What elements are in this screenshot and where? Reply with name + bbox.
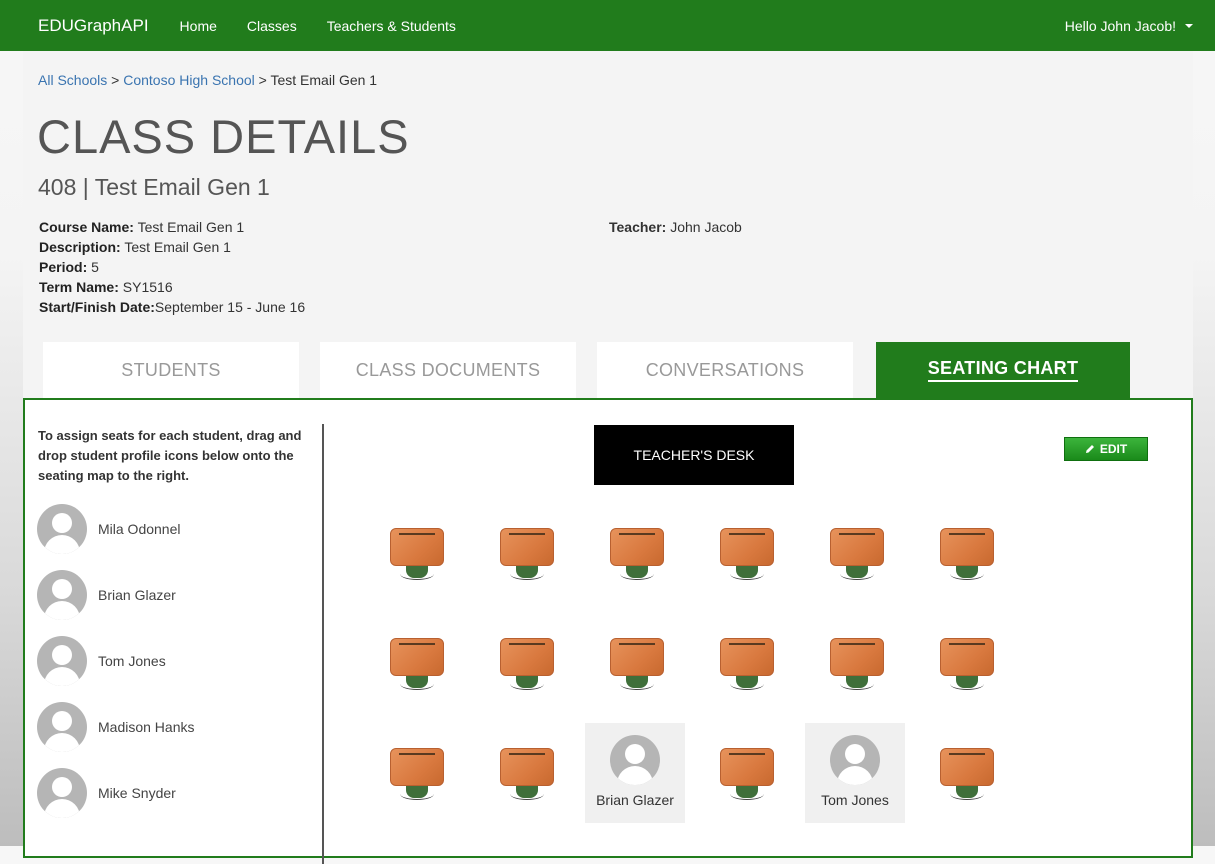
term-label: Term Name: xyxy=(39,279,119,295)
desk-icon xyxy=(720,748,774,786)
avatar-icon xyxy=(37,768,87,818)
avatar-icon xyxy=(37,570,87,620)
desk-seat[interactable] xyxy=(498,748,558,808)
desk-icon xyxy=(940,528,994,566)
tab-label: CONVERSATIONS xyxy=(645,359,805,380)
seat-student-name: Tom Jones xyxy=(821,792,889,808)
student-name: Mila Odonnel xyxy=(98,521,181,537)
term-value: SY1516 xyxy=(122,279,173,295)
student-item[interactable]: Tom Jones xyxy=(37,636,166,686)
desk-seat[interactable] xyxy=(828,528,888,588)
student-name: Tom Jones xyxy=(98,653,166,669)
desk-seat[interactable] xyxy=(608,638,668,698)
desk-seat[interactable] xyxy=(938,528,998,588)
nav-classes[interactable]: Classes xyxy=(247,18,297,34)
breadcrumb-all-schools[interactable]: All Schools xyxy=(38,72,107,88)
edit-label: EDIT xyxy=(1099,442,1128,456)
breadcrumb: All Schools > Contoso High School > Test… xyxy=(38,72,377,88)
desk-seat[interactable] xyxy=(388,748,448,808)
desk-icon xyxy=(940,748,994,786)
breadcrumb-separator: > xyxy=(258,72,267,88)
tab-students[interactable]: STUDENTS xyxy=(43,342,299,398)
period-value: 5 xyxy=(91,259,99,275)
student-name: Brian Glazer xyxy=(98,587,176,603)
desk-seat[interactable] xyxy=(388,638,448,698)
desk-seat[interactable] xyxy=(608,528,668,588)
student-item[interactable]: Mike Snyder xyxy=(37,768,176,818)
student-name: Madison Hanks xyxy=(98,719,195,735)
period-label: Period: xyxy=(39,259,88,275)
dates-value: September 15 - June 16 xyxy=(154,299,306,315)
desk-seat[interactable] xyxy=(498,638,558,698)
avatar-icon xyxy=(37,702,87,752)
pencil-icon xyxy=(1085,445,1094,453)
desk-seat[interactable] xyxy=(498,528,558,588)
teacher-desk: TEACHER'S DESK xyxy=(594,425,794,485)
teacher-value: John Jacob xyxy=(670,219,742,235)
brand-logo[interactable]: EDUGraphAPI xyxy=(38,16,149,36)
desk-icon xyxy=(830,528,884,566)
desk-icon xyxy=(610,638,664,676)
desk-icon xyxy=(940,638,994,676)
desk-seat[interactable] xyxy=(938,748,998,808)
desk-icon xyxy=(500,528,554,566)
occupied-seat[interactable]: Brian Glazer xyxy=(585,723,685,823)
tab-label: CLASS DOCUMENTS xyxy=(355,359,541,380)
student-item[interactable]: Mila Odonnel xyxy=(37,504,181,554)
course-name-label: Course Name: xyxy=(39,219,134,235)
desk-icon xyxy=(500,748,554,786)
breadcrumb-school[interactable]: Contoso High School xyxy=(123,72,255,88)
class-info: Course Name: Test Email Gen 1 Descriptio… xyxy=(39,217,305,317)
breadcrumb-separator: > xyxy=(111,72,120,88)
class-subtitle: 408 | Test Email Gen 1 xyxy=(38,174,270,200)
desk-seat[interactable] xyxy=(718,528,778,588)
desk-icon xyxy=(390,748,444,786)
panel-divider xyxy=(322,424,324,864)
nav-home[interactable]: Home xyxy=(180,18,217,34)
dates-label: Start/Finish Date: xyxy=(39,299,155,315)
teacher-info: Teacher: John Jacob xyxy=(609,217,742,237)
tab-conversations[interactable]: CONVERSATIONS xyxy=(597,342,853,398)
desk-icon xyxy=(720,528,774,566)
caret-down-icon xyxy=(1185,23,1193,28)
nav-teachers-students[interactable]: Teachers & Students xyxy=(327,18,456,34)
tab-label: SEATING CHART xyxy=(927,358,1079,382)
tab-seating-chart[interactable]: SEATING CHART xyxy=(876,342,1130,398)
avatar-icon xyxy=(610,735,660,785)
user-menu[interactable]: Hello John Jacob! xyxy=(1065,18,1193,34)
desk-icon xyxy=(610,528,664,566)
desk-seat[interactable] xyxy=(828,638,888,698)
occupied-seat[interactable]: Tom Jones xyxy=(805,723,905,823)
avatar-icon xyxy=(37,504,87,554)
teacher-label: Teacher: xyxy=(609,219,667,235)
tab-class-documents[interactable]: CLASS DOCUMENTS xyxy=(320,342,576,398)
desk-icon xyxy=(390,638,444,676)
desk-icon xyxy=(390,528,444,566)
desk-icon xyxy=(500,638,554,676)
top-navbar: EDUGraphAPI Home Classes Teachers & Stud… xyxy=(0,0,1215,51)
student-item[interactable]: Madison Hanks xyxy=(37,702,195,752)
page-title: CLASS DETAILS xyxy=(37,110,410,163)
main-container: All Schools > Contoso High School > Test… xyxy=(23,51,1193,864)
desk-seat[interactable] xyxy=(938,638,998,698)
breadcrumb-current: Test Email Gen 1 xyxy=(270,72,378,88)
desk-icon xyxy=(830,638,884,676)
desk-icon xyxy=(720,638,774,676)
avatar-icon xyxy=(37,636,87,686)
edit-button[interactable]: EDIT xyxy=(1064,437,1148,461)
user-greeting: Hello John Jacob! xyxy=(1064,17,1176,34)
seating-instructions: To assign seats for each student, drag a… xyxy=(38,428,302,483)
course-name-value: Test Email Gen 1 xyxy=(137,219,245,235)
student-name: Mike Snyder xyxy=(98,785,176,801)
avatar-icon xyxy=(830,735,880,785)
seating-chart-panel: To assign seats for each student, drag a… xyxy=(23,398,1193,864)
desk-seat[interactable] xyxy=(388,528,448,588)
description-label: Description: xyxy=(39,239,121,255)
tab-label: STUDENTS xyxy=(121,359,221,380)
desk-seat[interactable] xyxy=(718,748,778,808)
desk-seat[interactable] xyxy=(718,638,778,698)
seat-student-name: Brian Glazer xyxy=(596,792,674,808)
description-value: Test Email Gen 1 xyxy=(124,239,231,255)
student-item[interactable]: Brian Glazer xyxy=(37,570,176,620)
